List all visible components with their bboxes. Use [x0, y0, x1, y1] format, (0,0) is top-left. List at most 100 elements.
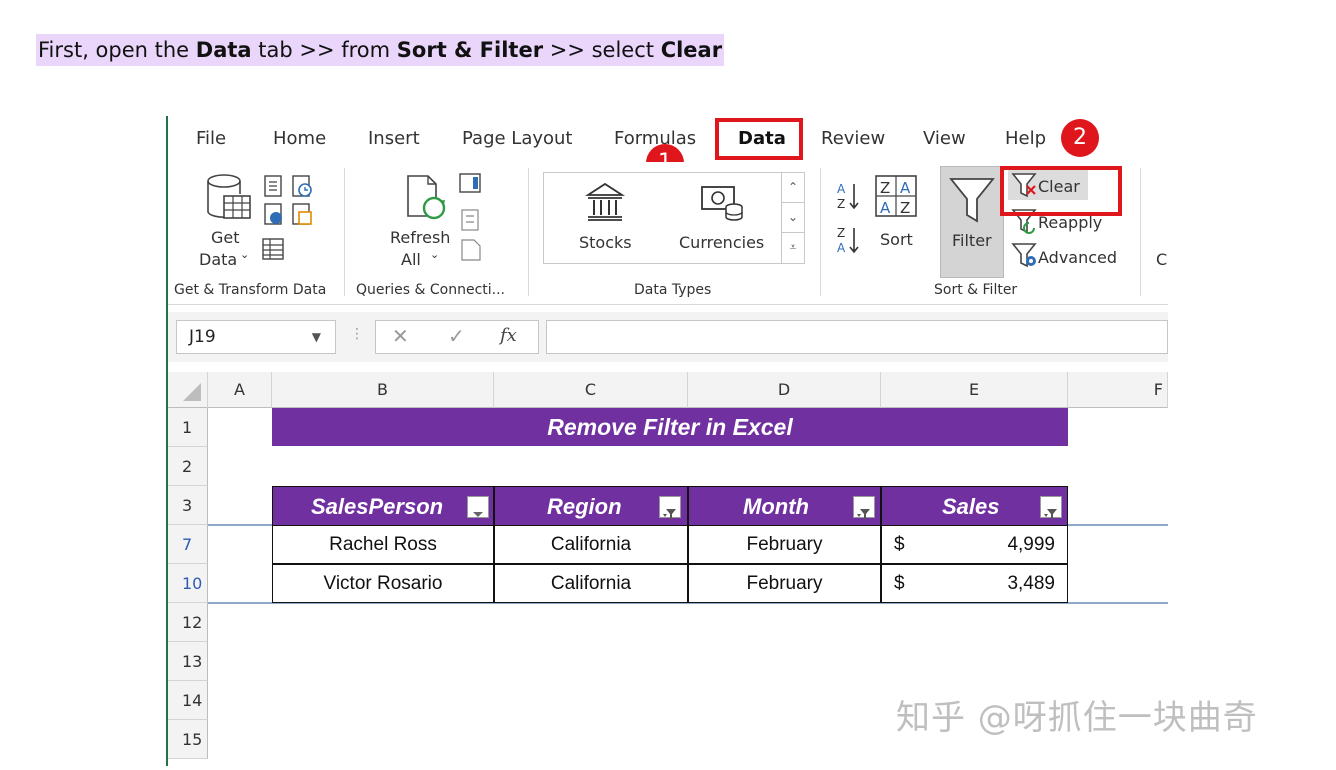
get-data-label-2[interactable]: Data	[199, 250, 237, 269]
tab-home[interactable]: Home	[273, 128, 326, 149]
svg-text:Z: Z	[900, 199, 910, 217]
header-region-text: Region	[547, 494, 622, 519]
data-source-icons[interactable]	[263, 172, 323, 226]
column-header-f[interactable]: F	[1068, 372, 1168, 408]
cell-region-1[interactable]: California	[494, 525, 688, 564]
sort-dialog-icon[interactable]: Z A A Z	[874, 174, 918, 220]
filter-button[interactable]: Filter	[940, 166, 1004, 278]
column-header-b[interactable]: B	[272, 372, 494, 408]
scroll-down-icon[interactable]: ⌄	[782, 203, 804, 233]
svg-text:A: A	[837, 241, 846, 255]
stocks-icon[interactable]	[584, 181, 626, 221]
row-header-1[interactable]: 1	[168, 408, 208, 447]
refresh-all-icon[interactable]	[404, 174, 450, 222]
name-box[interactable]: J19 ▼	[176, 320, 336, 354]
advanced-label[interactable]: Advanced	[1038, 248, 1117, 267]
splitter-dots-icon: ⋮	[350, 326, 364, 342]
column-header-c[interactable]: C	[494, 372, 688, 408]
row-header-15[interactable]: 15	[168, 720, 208, 759]
gallery-more-icon[interactable]: ⩡	[782, 233, 804, 262]
query-side-icons[interactable]	[458, 172, 484, 262]
tab-view[interactable]: View	[923, 128, 966, 149]
tab-file[interactable]: File	[196, 128, 226, 149]
header-month-text: Month	[743, 494, 809, 519]
currency-symbol: $	[894, 573, 905, 594]
currency-symbol: $	[894, 534, 905, 555]
get-data-icon[interactable]	[206, 172, 254, 224]
caption-text-3: >> select	[543, 38, 661, 62]
refresh-label-1[interactable]: Refresh	[390, 228, 450, 247]
header-sales-text: Sales	[942, 494, 1000, 519]
cell-salesperson-2[interactable]: Victor Rosario	[272, 564, 494, 603]
enter-icon[interactable]: ✓	[448, 324, 465, 348]
tab-page-layout[interactable]: Page Layout	[462, 128, 573, 149]
cell-month-2[interactable]: February	[688, 564, 881, 603]
filter-applied-icon[interactable]	[853, 496, 875, 520]
caption-data-tab: Data	[195, 38, 252, 62]
sort-label[interactable]: Sort	[880, 230, 913, 249]
row-header-3[interactable]: 3	[168, 486, 208, 525]
filter-dropdown-icon[interactable]	[467, 496, 489, 518]
tab-insert[interactable]: Insert	[368, 128, 420, 149]
column-header-d[interactable]: D	[688, 372, 881, 408]
caption-text-2: tab >> from	[251, 38, 397, 62]
column-header-e[interactable]: E	[881, 372, 1068, 408]
formula-buttons: ✕ ✓ fx	[375, 320, 539, 354]
header-month[interactable]: Month	[688, 486, 881, 526]
get-data-label-1[interactable]: Get	[211, 228, 240, 247]
cell-sales-2[interactable]: $ 3,489	[881, 564, 1068, 603]
tab-help[interactable]: Help	[1005, 128, 1046, 149]
select-all-corner[interactable]	[168, 372, 208, 408]
svg-text:Z: Z	[880, 179, 890, 197]
sales-value: 3,489	[1007, 573, 1055, 594]
dropdown-arrow-icon[interactable]: ▼	[312, 321, 321, 353]
row-header-10[interactable]: 10	[168, 564, 208, 603]
caption-sort-filter: Sort & Filter	[396, 38, 544, 62]
refresh-label-2[interactable]: All	[401, 250, 421, 269]
formula-bar: J19 ▼ ⋮ ✕ ✓ fx	[168, 312, 1168, 362]
cancel-icon[interactable]: ✕	[392, 324, 409, 348]
currencies-icon[interactable]	[700, 183, 746, 223]
cell-sales-1[interactable]: $ 4,999	[881, 525, 1068, 564]
row-header-7[interactable]: 7	[168, 525, 208, 564]
step-badge-2: 2	[1061, 119, 1099, 157]
row-header-14[interactable]: 14	[168, 681, 208, 720]
svg-text:A: A	[837, 182, 846, 196]
svg-text:A: A	[880, 199, 891, 217]
ribbon-tabs: File Home Insert Page Layout Formulas Da…	[168, 116, 1168, 182]
table-icon[interactable]	[262, 238, 284, 260]
header-salesperson[interactable]: SalesPerson	[272, 486, 494, 526]
caption-text-1: First, open the	[38, 38, 196, 62]
header-sales[interactable]: Sales	[881, 486, 1068, 526]
sort-z-to-a-icon[interactable]: Z A	[836, 224, 862, 256]
column-header-a[interactable]: A	[208, 372, 272, 408]
cell-month-1[interactable]: February	[688, 525, 881, 564]
caption-clear: Clear	[660, 38, 723, 62]
cell-region-2[interactable]: California	[494, 564, 688, 603]
chevron-down-icon: ⌄	[240, 248, 250, 261]
cell-salesperson-1[interactable]: Rachel Ross	[272, 525, 494, 564]
sheet-title[interactable]: Remove Filter in Excel	[272, 408, 1068, 446]
filter-label: Filter	[952, 231, 992, 250]
formula-input[interactable]	[546, 320, 1168, 354]
filter-funnel-icon	[949, 178, 995, 223]
filter-applied-icon[interactable]	[1040, 496, 1062, 520]
row-header-2[interactable]: 2	[168, 447, 208, 486]
scroll-up-icon[interactable]: ⌃	[782, 173, 804, 203]
row-header-13[interactable]: 13	[168, 642, 208, 681]
header-salesperson-text: SalesPerson	[311, 494, 444, 519]
row-header-12[interactable]: 12	[168, 603, 208, 642]
tab-review[interactable]: Review	[821, 128, 885, 149]
header-region[interactable]: Region	[494, 486, 688, 526]
insert-function-icon[interactable]: fx	[500, 325, 517, 346]
instruction-caption: First, open the Data tab >> from Sort & …	[36, 34, 725, 66]
currencies-label[interactable]: Currencies	[679, 233, 764, 252]
filter-applied-icon[interactable]	[659, 496, 681, 520]
sales-value: 4,999	[1007, 534, 1055, 555]
sort-a-to-z-icon[interactable]: A Z	[836, 180, 862, 212]
gallery-scrollbar[interactable]: ⌃ ⌄ ⩡	[781, 173, 804, 263]
group-label-data-types: Data Types	[634, 282, 712, 298]
stocks-label[interactable]: Stocks	[579, 233, 632, 252]
watermark-text: 知乎 @呀抓住一块曲奇	[896, 698, 1258, 738]
advanced-filter-icon[interactable]	[1011, 242, 1039, 268]
